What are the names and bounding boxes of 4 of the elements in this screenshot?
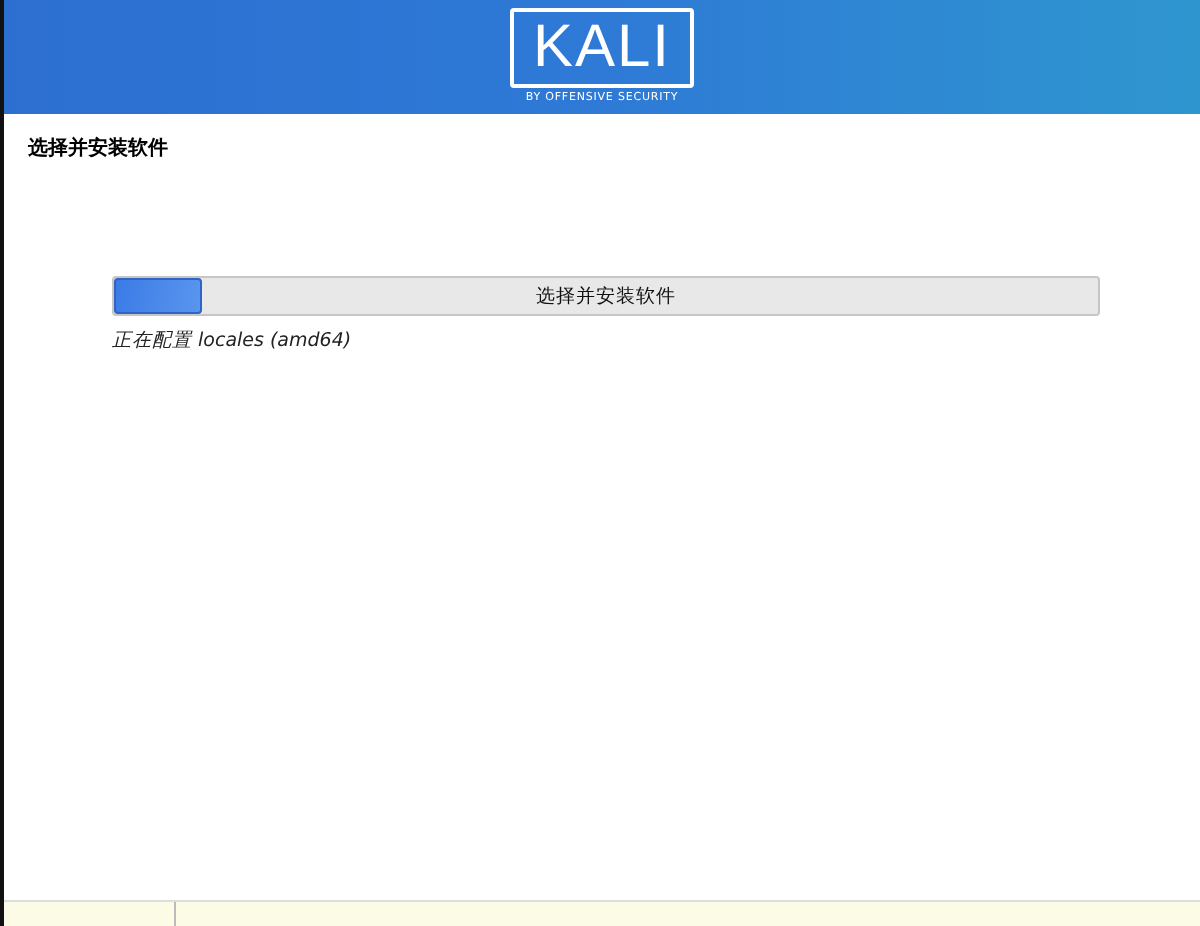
- logo: KALI: [510, 8, 694, 88]
- status-text: 正在配置 locales (amd64): [112, 328, 354, 354]
- progress-label: 选择并安装软件: [536, 283, 676, 309]
- page-title: 选择并安装软件: [28, 134, 170, 162]
